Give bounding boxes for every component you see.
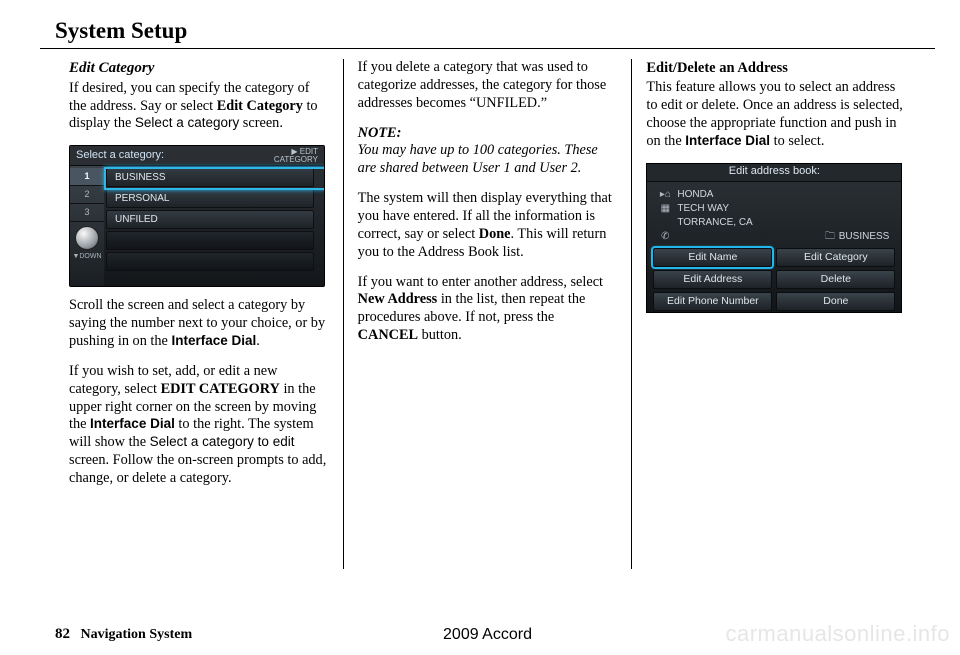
- text: button.: [418, 327, 462, 343]
- title-rule: [40, 48, 935, 49]
- text: CATEGORY: [274, 155, 318, 164]
- shot2-tech: TECH WAY: [677, 202, 729, 216]
- shot1-titlebar: Select a category: ▶ EDIT CATEGORY: [70, 146, 324, 166]
- heading-edit-category: Edit Category: [69, 59, 329, 78]
- shot2-btn-edit-name: Edit Name: [653, 248, 772, 267]
- text: .: [256, 333, 260, 349]
- shot1-editcat: ▶ EDIT CATEGORY: [274, 148, 318, 164]
- shot1-knob-icon: [75, 226, 99, 250]
- shot1-side: 1 2 3 ▼DOWN: [70, 166, 104, 287]
- shot1-num-3: 3: [70, 204, 104, 222]
- building-icon: ▦: [659, 202, 671, 216]
- col3-para1: This feature allows you to select an add…: [646, 79, 906, 150]
- col1-para1: If desired, you can specify the category…: [69, 80, 329, 134]
- page-number: 82: [55, 626, 70, 642]
- shot2-city: TORRANCE, CA: [677, 216, 752, 230]
- text: screen.: [239, 115, 283, 131]
- text-bold: Done: [479, 226, 511, 242]
- note-body: You may have up to 100 categories. These…: [358, 142, 598, 176]
- home-icon: ▸⌂: [659, 188, 671, 202]
- text-sans: Select a category to edit: [150, 434, 295, 449]
- shot1-num-1: 1: [70, 168, 104, 186]
- shot1-down: ▼DOWN: [72, 253, 101, 262]
- screenshot-select-category: Select a category: ▶ EDIT CATEGORY 1 2 3…: [69, 145, 325, 287]
- text-bold-sans: Interface Dial: [685, 133, 770, 148]
- shot1-row-empty: .: [106, 231, 314, 250]
- shot2-btn-delete: Delete: [776, 270, 895, 289]
- shot2-btn-edit-category: Edit Category: [776, 248, 895, 267]
- column-3: Edit/Delete an Address This feature allo…: [631, 59, 920, 569]
- shot1-row-empty: .: [106, 252, 314, 271]
- text-bold: Edit Category: [217, 98, 303, 114]
- phone-icon: ✆: [659, 230, 671, 244]
- shot1-num-2: 2: [70, 186, 104, 204]
- shot2-grid: Edit Name Edit Category Edit Address Del…: [647, 248, 901, 313]
- note-label: NOTE:: [358, 125, 402, 141]
- shot2-btn-edit-address: Edit Address: [653, 270, 772, 289]
- heading-edit-delete-address: Edit/Delete an Address: [646, 59, 906, 77]
- shot2-cat: BUSINESS: [839, 231, 890, 242]
- col1-para3: If you wish to set, add, or edit a new c…: [69, 363, 329, 488]
- shot2-title: Edit address book:: [647, 164, 901, 182]
- footer-section: Navigation System: [81, 627, 193, 642]
- text-bold: CANCEL: [358, 327, 418, 343]
- shot2-honda: HONDA: [677, 188, 713, 202]
- text-bold: New Address: [358, 291, 438, 307]
- text-bold: EDIT CATEGORY: [161, 381, 280, 397]
- shot2-info: ▸⌂ HONDA ▦ TECH WAY TORRANCE, CA ✆ 🗀 BUSIN…: [647, 182, 901, 248]
- text-bold-sans: Interface Dial: [171, 333, 256, 348]
- shot1-row-business: BUSINESS: [106, 168, 314, 187]
- column-2: If you delete a category that was used t…: [343, 59, 632, 569]
- footer: 82 Navigation System 2009 Accord: [55, 626, 920, 643]
- shot2-btn-edit-phone: Edit Phone Number: [653, 292, 772, 311]
- column-1: Edit Category If desired, you can specif…: [55, 59, 343, 569]
- col2-para2: The system will then display everything …: [358, 190, 618, 261]
- page-title: System Setup: [55, 18, 920, 44]
- columns: Edit Category If desired, you can specif…: [55, 59, 920, 569]
- folder-icon: 🗀: [824, 230, 836, 244]
- shot1-title: Select a category:: [76, 149, 164, 163]
- shot2-btn-done: Done: [776, 292, 895, 311]
- text-bold-sans: Interface Dial: [90, 416, 175, 431]
- text-sans: Select a category: [135, 115, 239, 130]
- footer-left: 82 Navigation System: [55, 626, 192, 643]
- col2-para3: If you want to enter another address, se…: [358, 274, 618, 345]
- text: If you want to enter another address, se…: [358, 274, 603, 290]
- screenshot-edit-address-book: Edit address book: ▸⌂ HONDA ▦ TECH WAY TOR…: [646, 163, 902, 313]
- shot1-list: BUSINESS PERSONAL UNFILED . .: [104, 166, 324, 287]
- col2-note: NOTE: You may have up to 100 categories.…: [358, 125, 618, 179]
- shot1-row-unfiled: UNFILED: [106, 210, 314, 229]
- text: to select.: [770, 133, 824, 149]
- col1-para2: Scroll the screen and select a category …: [69, 297, 329, 351]
- footer-model: 2009 Accord: [443, 626, 532, 644]
- col2-para1: If you delete a category that was used t…: [358, 59, 618, 113]
- text: screen. Follow the on-screen prompts to …: [69, 452, 326, 486]
- shot1-row-personal: PERSONAL: [106, 189, 314, 208]
